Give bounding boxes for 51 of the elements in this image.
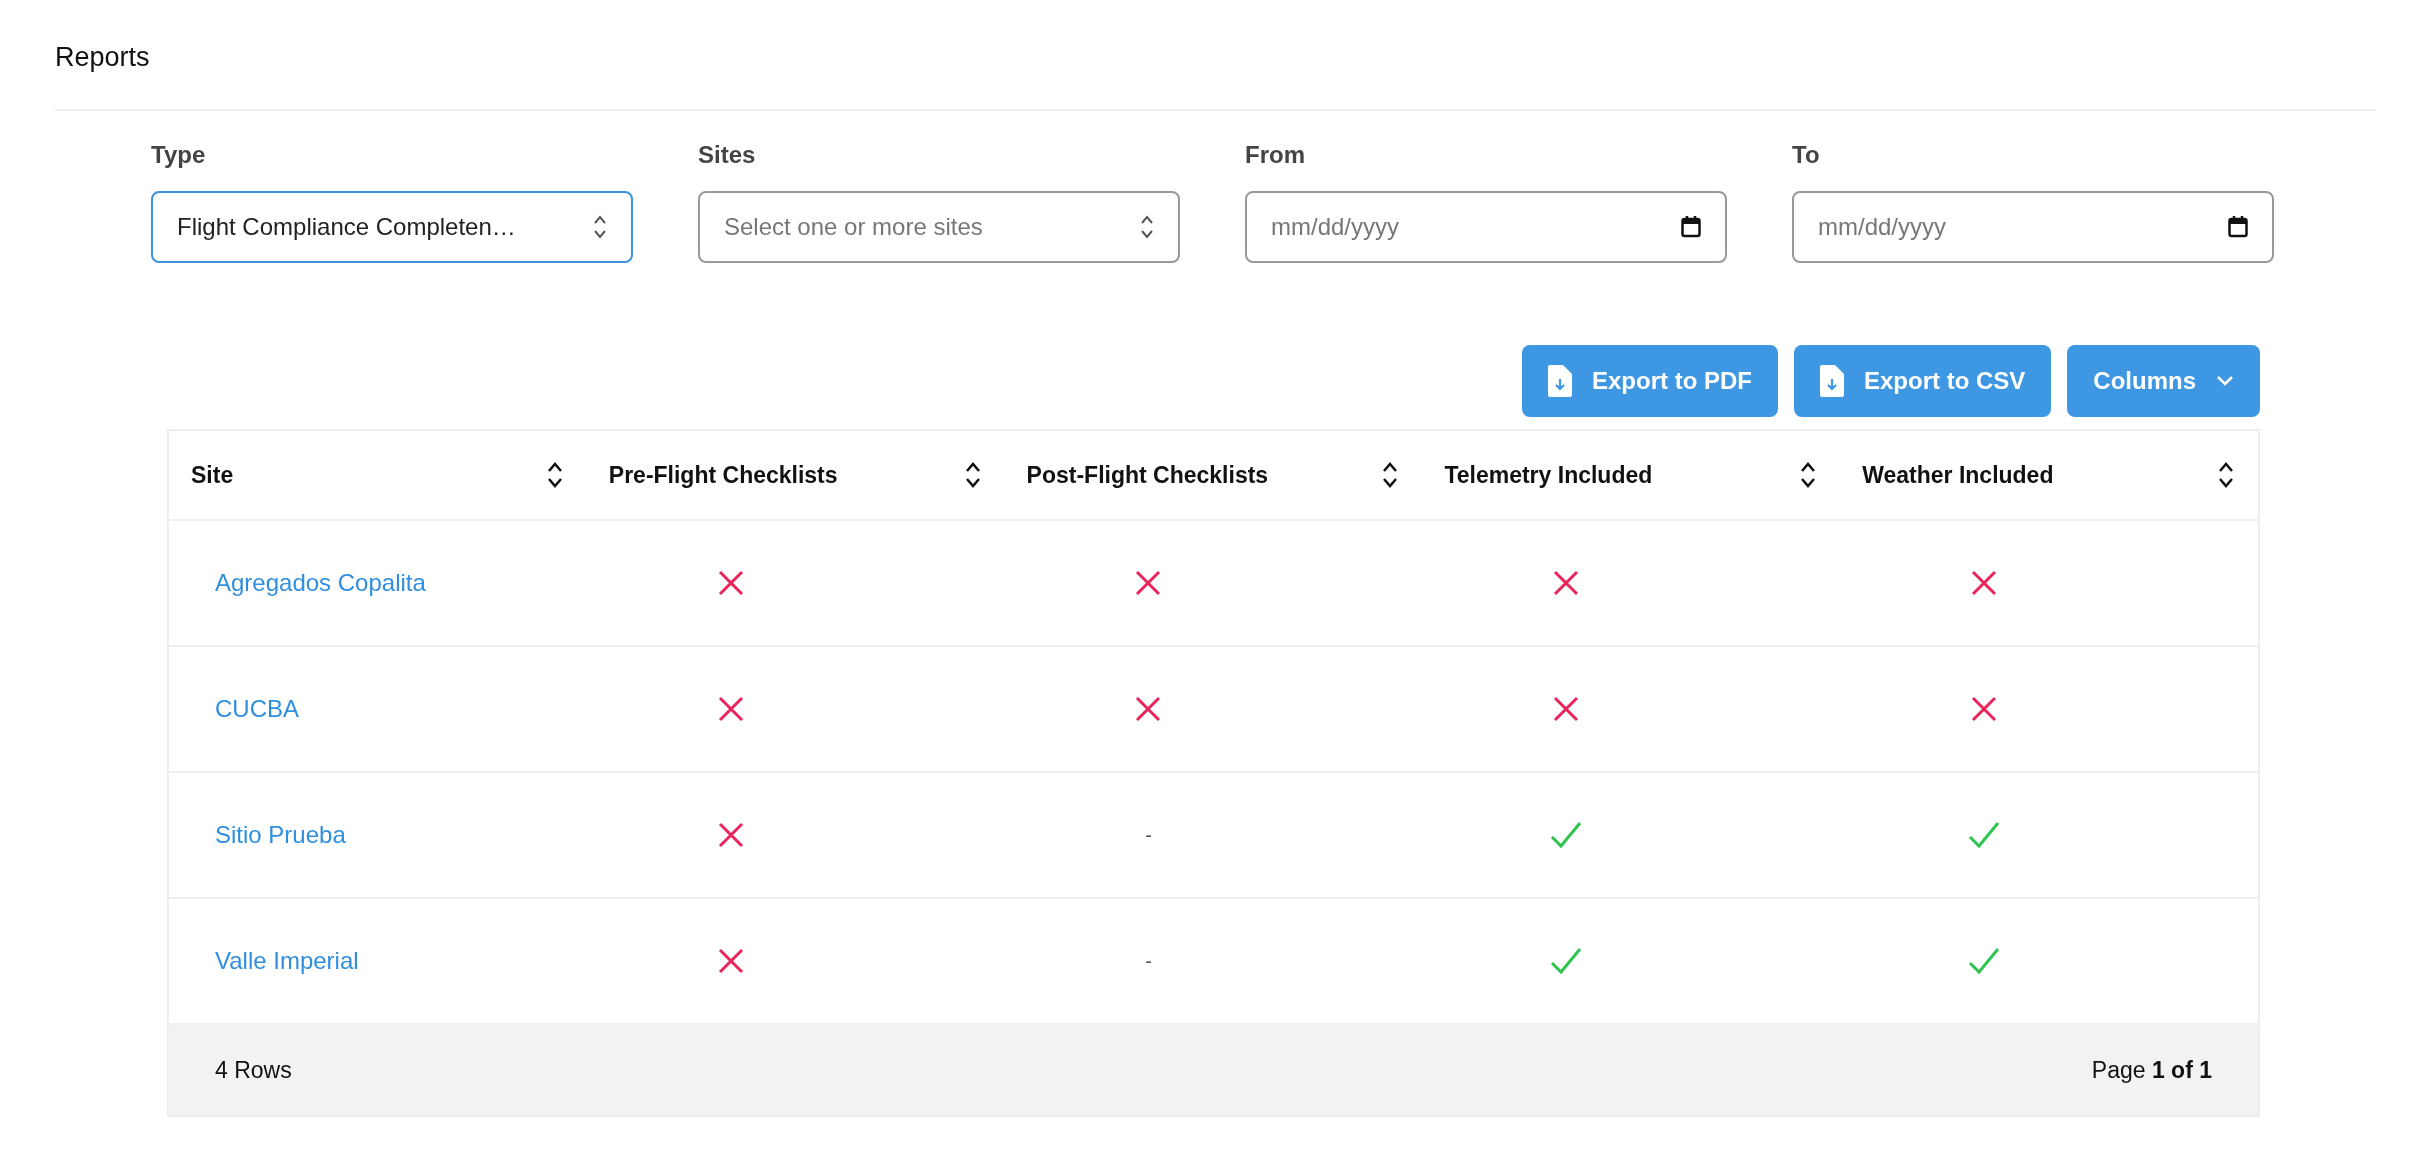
check-icon [1550, 947, 1583, 976]
columns-button[interactable]: Columns [2067, 345, 2260, 418]
cross-icon [1553, 570, 1580, 597]
cross-icon [717, 570, 744, 597]
cross-icon [717, 948, 744, 975]
empty-value: - [1145, 823, 1152, 847]
column-header: Weather Included [1862, 461, 2054, 489]
select-field[interactable]: Select one or more sites [698, 191, 1180, 264]
column-header: Site [191, 461, 234, 489]
export-button[interactable]: Export to CSV [1794, 345, 2052, 418]
site-link[interactable]: Valle Imperial [169, 947, 359, 975]
check-icon [1968, 821, 2001, 850]
field-label: Sites [698, 141, 757, 170]
sort-icon[interactable] [546, 461, 563, 490]
column-header: Pre-Flight Checklists [608, 461, 838, 489]
chevron-updown-icon [1140, 214, 1154, 241]
site-link[interactable]: Agregados Copalita [169, 569, 426, 597]
cross-icon [1553, 696, 1580, 723]
cross-icon [1135, 696, 1162, 723]
cross-icon [1971, 570, 1998, 597]
site-link[interactable]: CUCBA [169, 695, 299, 723]
page-indicator: Page 1 of 1 [2091, 1056, 2212, 1084]
date-field[interactable]: mm/dd/yyyy [1245, 191, 1727, 264]
cross-icon [717, 822, 744, 849]
field-label: To [1792, 141, 1821, 170]
export-button[interactable]: Export to PDF [1522, 345, 1778, 418]
cross-icon [717, 696, 744, 723]
column-header: Telemetry Included [1444, 461, 1653, 489]
site-link[interactable]: Sitio Prueba [169, 821, 346, 849]
sort-icon[interactable] [1382, 461, 1399, 490]
check-icon [1550, 821, 1583, 850]
cross-icon [1135, 570, 1162, 597]
empty-value: - [1145, 949, 1152, 973]
date-field[interactable]: mm/dd/yyyy [1792, 191, 2274, 264]
select-field[interactable]: Flight Compliance Completen… [151, 191, 633, 264]
chevron-down-icon [2216, 375, 2234, 388]
field-label: From [1245, 141, 1306, 170]
sort-icon[interactable] [1800, 461, 1817, 490]
file-download-icon [1820, 365, 1844, 398]
file-download-icon [1548, 365, 1572, 398]
column-header: Post-Flight Checklists [1026, 461, 1269, 489]
row-count: 4 Rows [215, 1056, 292, 1084]
field-label: Type [151, 141, 207, 170]
sort-icon[interactable] [964, 461, 981, 490]
chevron-updown-icon [593, 214, 607, 241]
sort-icon[interactable] [2218, 461, 2234, 490]
cross-icon [1971, 696, 1998, 723]
calendar-icon[interactable] [1681, 216, 1701, 239]
calendar-icon[interactable] [2228, 216, 2248, 239]
check-icon [1968, 947, 2001, 976]
page-title: Reports [55, 41, 151, 74]
